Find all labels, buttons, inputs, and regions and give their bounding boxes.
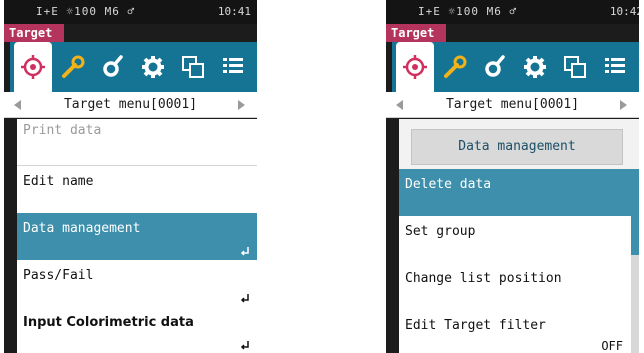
screen-tab-label: Target	[386, 24, 446, 42]
device-screen-left: I+E ☼100 M6 ♂ 10:41 Target Target menu[0…	[4, 0, 257, 353]
menu-item-delete-data[interactable]: Delete data	[399, 169, 631, 220]
tab-target[interactable]	[14, 42, 52, 92]
status-time: 10:42	[609, 5, 639, 18]
enter-icon	[240, 294, 249, 303]
copy-icon	[564, 56, 586, 78]
menu-item-set-group[interactable]: Set group	[399, 216, 631, 267]
device-screen-right: I+E ☼100 M6 ♂ 10:42 Target	[386, 0, 639, 353]
menu-item-change-list-position[interactable]: Change list position	[399, 263, 631, 314]
menu-nav-bar: Target menu[0001]	[386, 92, 639, 118]
menu-item-label: Edit name	[23, 174, 94, 189]
nav-next-arrow-icon[interactable]	[238, 100, 245, 110]
list-icon	[223, 58, 243, 73]
menu-item-label: Change list position	[405, 271, 562, 286]
menu-item-edit-target-filter[interactable]: Edit Target filter OFF	[399, 310, 631, 353]
target-icon	[403, 55, 427, 79]
menu-item-input-colorimetric-data[interactable]: Input Colorimetric data	[17, 307, 257, 353]
submenu-header-label: Data management	[458, 139, 576, 154]
tab-copy[interactable]	[556, 46, 594, 88]
menu-item-pass-fail[interactable]: Pass/Fail	[17, 260, 257, 311]
gear-icon	[142, 56, 164, 78]
menu-list: Print data Edit name Data management Pas…	[17, 119, 257, 353]
status-time: 10:41	[217, 5, 251, 18]
menu-item-print-data: Print data	[17, 119, 257, 166]
icon-tab-bar	[392, 42, 639, 92]
status-bar: I+E ☼100 M6 ♂ 10:42	[386, 0, 639, 24]
nav-next-arrow-icon[interactable]	[620, 100, 627, 110]
enter-icon	[240, 247, 249, 256]
tab-probe[interactable]	[94, 46, 132, 88]
menu-item-value: OFF	[601, 339, 623, 353]
probe-icon	[103, 55, 123, 77]
tab-target[interactable]	[396, 42, 434, 92]
status-indicators: I+E ☼100 M6 ♂	[36, 5, 136, 18]
menu-item-label: Set group	[405, 224, 476, 239]
probe-icon	[485, 55, 505, 77]
tab-probe[interactable]	[476, 46, 514, 88]
menu-item-label: Delete data	[405, 177, 492, 192]
list-icon	[605, 58, 625, 73]
menu-nav-bar: Target menu[0001]	[4, 92, 257, 118]
scrollbar-thumb[interactable]	[631, 169, 639, 255]
tab-tools[interactable]	[54, 46, 92, 88]
gear-icon	[524, 56, 546, 78]
icon-tab-bar	[10, 42, 257, 92]
menu-item-label: Pass/Fail	[23, 268, 94, 283]
nav-title: Target menu[0001]	[63, 97, 198, 112]
status-indicators: I+E ☼100 M6 ♂	[418, 5, 518, 18]
menu-item-label: Print data	[23, 123, 102, 138]
submenu-list: Data management Delete data Set group Ch…	[399, 119, 639, 353]
nav-title: Target menu[0001]	[445, 97, 580, 112]
tab-list[interactable]	[596, 46, 634, 88]
menu-item-edit-name[interactable]: Edit name	[17, 166, 257, 217]
wrench-icon	[444, 55, 467, 78]
tab-copy[interactable]	[174, 46, 212, 88]
submenu-header: Data management	[411, 129, 623, 165]
copy-icon	[182, 56, 204, 78]
target-icon	[21, 55, 45, 79]
tab-list[interactable]	[214, 46, 252, 88]
tab-tools[interactable]	[436, 46, 474, 88]
menu-item-label: Input Colorimetric data	[23, 315, 194, 330]
screen-tab-label: Target	[4, 24, 64, 42]
menu-item-label: Edit Target filter	[405, 318, 546, 333]
tab-settings[interactable]	[134, 46, 172, 88]
status-bar: I+E ☼100 M6 ♂ 10:41	[4, 0, 257, 24]
wrench-icon	[62, 55, 85, 78]
menu-item-label: Data management	[23, 221, 141, 236]
menu-item-data-management[interactable]: Data management	[17, 213, 257, 264]
enter-icon	[240, 341, 249, 350]
tab-settings[interactable]	[516, 46, 554, 88]
